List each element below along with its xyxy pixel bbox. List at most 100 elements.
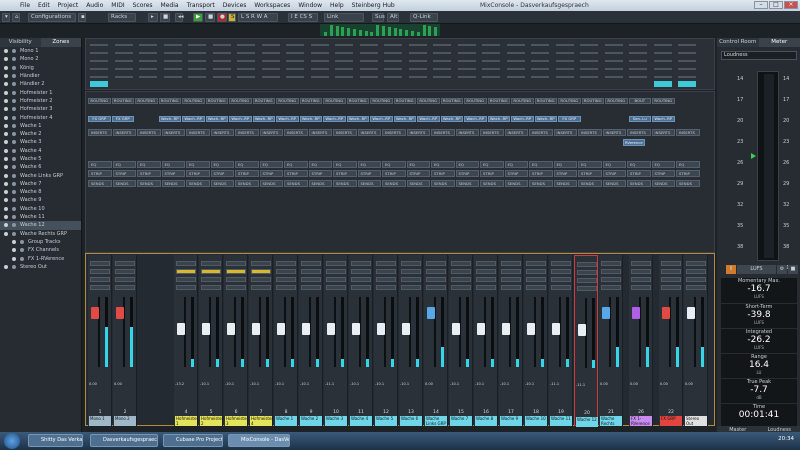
write-read-button[interactable] <box>326 285 346 290</box>
channel-name-label[interactable]: Hofmeister 1 <box>175 416 197 426</box>
channel-settings-button[interactable] <box>301 261 321 266</box>
eq-rack-button[interactable]: EQ <box>210 161 234 168</box>
channel-settings-button[interactable] <box>661 261 681 266</box>
save-icon[interactable]: ▪ <box>78 13 86 22</box>
channel-visibility-item[interactable]: Wache 5 <box>0 155 81 163</box>
channel-visibility-item[interactable]: Mono 2 <box>0 55 81 63</box>
routing-button[interactable]: ROUTING <box>111 98 134 104</box>
channel-name-label[interactable]: Mono 2 <box>114 416 136 426</box>
fader-handle[interactable] <box>227 323 235 335</box>
strip-rack-button[interactable]: STRIP <box>235 170 259 177</box>
visibility-toggle-icon[interactable] <box>4 190 8 195</box>
monitor-button[interactable] <box>201 277 221 282</box>
mute-solo-button[interactable] <box>577 270 597 275</box>
stop-transport-button[interactable]: ■ <box>205 13 215 22</box>
monitor-button[interactable] <box>90 277 110 282</box>
channel-visibility-item[interactable]: FX 1-RVerence <box>0 254 81 262</box>
monitor-button[interactable] <box>301 277 321 282</box>
sends-rack-button[interactable]: SENDS <box>578 180 602 187</box>
channel-settings-button[interactable] <box>476 261 496 266</box>
sends-rack-button[interactable]: SENDS <box>333 180 357 187</box>
routing-target[interactable]: Wach..RP <box>440 116 463 122</box>
alt-button[interactable]: Alt <box>387 13 399 22</box>
write-read-button[interactable] <box>201 285 221 290</box>
routing-target[interactable]: Wach..RP <box>393 116 416 122</box>
strip-rack-button[interactable]: STRIP <box>186 170 210 177</box>
inserts-rack-button[interactable]: INSERTS <box>480 129 504 136</box>
fader-handle[interactable] <box>452 323 460 335</box>
inserts-rack-button[interactable]: INSERTS <box>676 129 700 136</box>
strip-rack-button[interactable]: STRIP <box>651 170 675 177</box>
eq-rack-button[interactable]: EQ <box>480 161 504 168</box>
routing-target[interactable]: Wach..RP <box>487 116 510 122</box>
channel-overview[interactable] <box>320 24 440 36</box>
menu-item[interactable]: Transport <box>183 1 219 10</box>
mute-solo-button[interactable] <box>301 269 321 274</box>
channel-name-label[interactable]: Wache 8 <box>475 416 497 426</box>
mute-solo-button[interactable] <box>176 269 196 274</box>
routing-target[interactable]: Wach..RP <box>205 116 228 122</box>
write-read-button[interactable] <box>226 285 246 290</box>
inserts-rack-button[interactable]: INSERTS <box>651 129 675 136</box>
eq-rack-button[interactable]: EQ <box>529 161 553 168</box>
zone-toggle-icon[interactable] <box>12 215 16 220</box>
strip-rack-button[interactable]: STRIP <box>333 170 357 177</box>
minimize-button[interactable]: – <box>754 1 768 9</box>
write-read-button[interactable] <box>661 285 681 290</box>
visibility-toggle-icon[interactable] <box>4 140 8 145</box>
link-select[interactable]: Link <box>324 13 364 22</box>
mute-solo-button[interactable] <box>501 269 521 274</box>
fader-handle[interactable] <box>177 323 185 335</box>
channel-name-label[interactable]: Wache 3 <box>325 416 347 426</box>
inserts-rack-button[interactable]: INSERTS <box>259 129 283 136</box>
monitor-button[interactable] <box>451 277 471 282</box>
zone-toggle-icon[interactable] <box>12 148 16 153</box>
channel-name-label[interactable]: Wache 5 <box>375 416 397 426</box>
strip-rack-button[interactable]: STRIP <box>602 170 626 177</box>
racks-button[interactable]: Racks <box>108 13 136 22</box>
channel-visibility-item[interactable]: Group Tracks <box>0 238 81 246</box>
strip-rack-button[interactable]: STRIP <box>137 170 161 177</box>
sends-rack-button[interactable]: SENDS <box>480 180 504 187</box>
routing-button[interactable]: ROUTING <box>417 98 440 104</box>
mute-solo-button[interactable] <box>201 269 221 274</box>
menu-item[interactable]: Devices <box>219 1 251 10</box>
routing-button[interactable]: ROUTING <box>581 98 604 104</box>
zone-toggle-icon[interactable] <box>12 181 16 186</box>
visibility-toggle-icon[interactable] <box>4 90 8 95</box>
channel-settings-button[interactable] <box>351 261 371 266</box>
routing-target[interactable]: Wach..RP <box>299 116 322 122</box>
mute-solo-button[interactable] <box>115 269 135 274</box>
mute-solo-button[interactable] <box>226 269 246 274</box>
eq-rack-button[interactable]: EQ <box>259 161 283 168</box>
monitor-button[interactable] <box>176 277 196 282</box>
routing-button[interactable]: ROUTING <box>276 98 299 104</box>
channel-name-label[interactable]: Stereo Out <box>685 416 707 426</box>
zone-toggle-icon[interactable] <box>12 82 16 87</box>
routing-target[interactable]: Wach..RP <box>276 116 299 122</box>
channel-name-label[interactable]: Hofmeister 4 <box>250 416 272 426</box>
eq-rack-button[interactable]: EQ <box>676 161 700 168</box>
routing-button[interactable]: ROUTING <box>464 98 487 104</box>
mute-solo-button[interactable] <box>276 269 296 274</box>
write-read-button[interactable] <box>276 285 296 290</box>
zone-toggle-icon[interactable] <box>12 57 16 62</box>
sends-rack-button[interactable]: SENDS <box>553 180 577 187</box>
rewind-icon[interactable]: ◂◂ <box>175 13 184 22</box>
channel-visibility-item[interactable]: Händler <box>0 72 81 80</box>
channel-settings-button[interactable] <box>551 261 571 266</box>
zone-toggle-icon[interactable] <box>12 198 16 203</box>
write-read-button[interactable] <box>90 285 110 290</box>
routing-button[interactable]: ROUTING <box>440 98 463 104</box>
inserts-rack-button[interactable]: INSERTS <box>308 129 332 136</box>
zone-toggle-icon[interactable] <box>12 90 16 95</box>
menu-item[interactable]: Workspaces <box>250 1 294 10</box>
visibility-toggle-icon[interactable] <box>4 98 8 103</box>
eq-rack-button[interactable]: EQ <box>284 161 308 168</box>
channel-visibility-item[interactable]: Mono 1 <box>0 47 81 55</box>
routing-target[interactable]: Wach..RP <box>464 116 487 122</box>
write-read-button[interactable] <box>115 285 135 290</box>
tab-control-room[interactable]: Control Room <box>717 38 759 47</box>
strip-rack-button[interactable]: STRIP <box>504 170 528 177</box>
inserts-rack-button[interactable]: INSERTS <box>504 129 528 136</box>
